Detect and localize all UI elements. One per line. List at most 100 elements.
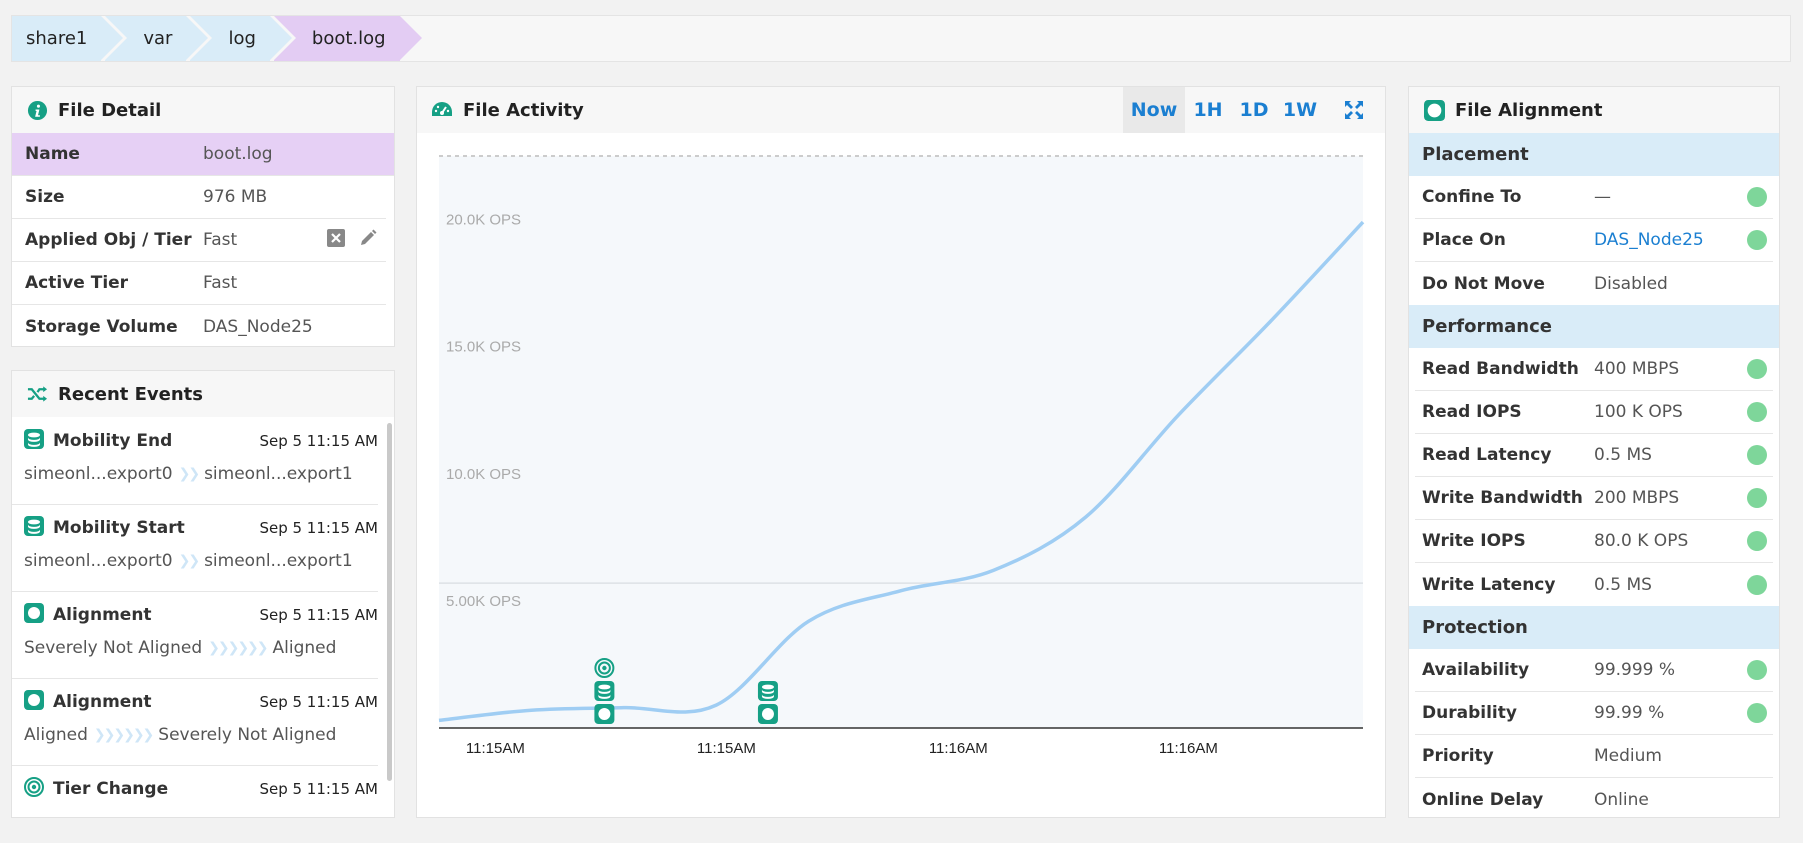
alignment-value: 100 K OPS [1594,402,1683,422]
section-header-protection: Protection [1409,606,1779,649]
file-activity-title: File Activity [463,99,584,121]
db-event-marker-icon[interactable] [757,681,778,701]
alignment-key: Write Bandwidth [1422,488,1583,508]
event-from: Aligned [24,725,88,745]
align-event-marker-icon[interactable] [757,704,778,724]
alignment-body: Placement Confine To — Place On DAS_Node25 Do… [1409,133,1779,817]
y-tick-label: 5.00K OPS [446,593,521,610]
y-tick-label: 20.0K OPS [446,212,521,229]
breadcrumb-item-share1[interactable]: share1 [12,16,124,61]
target-icon [24,776,44,802]
status-ok-indicator [1747,402,1767,422]
event-title: Mobility End [53,431,173,451]
expand-icon[interactable] [1323,87,1385,133]
events-scrollbar[interactable] [387,423,392,781]
place-on-link[interactable]: DAS_Node25 [1594,230,1747,250]
time-range-buttons: Now 1H 1D 1W [1123,87,1385,133]
event-title: Alignment [53,692,152,712]
time-button-now[interactable]: Now [1123,87,1185,133]
status-ok-indicator [1747,531,1767,551]
file-detail-panel: File Detail Name boot.log Size 976 MB Ap… [11,86,395,347]
recent-events-panel: Recent Events Mobility End Sep 5 11:15 AM… [11,370,395,818]
detail-value: DAS_Node25 [203,316,313,337]
chevrons-icon: ❯❯❯❯❯❯ [208,640,268,656]
file-alignment-title: File Alignment [1455,99,1603,121]
event-from: simeonl...export0 [24,551,173,571]
alignment-value: 200 MBPS [1594,488,1680,508]
status-ok-indicator [1747,660,1767,680]
event-item[interactable]: Alignment Sep 5 11:15 AM Aligned ❯❯❯❯❯❯ Seve… [12,679,378,766]
database-icon [24,428,44,454]
alignment-row: Availability 99.999 % [1415,649,1773,692]
event-title: Alignment [53,605,152,625]
event-to: simeonl...export1 [204,551,353,571]
alignment-key: Read Latency [1422,445,1552,465]
status-ok-indicator [1747,703,1767,723]
event-time: Sep 5 11:15 AM [259,780,378,798]
status-ok-indicator [1747,445,1767,465]
status-ok-indicator [1747,574,1767,595]
alignment-row: Online Delay Online [1415,778,1773,817]
target-event-marker-icon[interactable] [594,658,615,678]
detail-row-size: Size 976 MB [12,176,386,219]
info-icon [26,99,48,121]
alignment-icon [24,602,44,628]
alignment-key: Confine To [1422,187,1522,207]
detail-key: Size [25,187,65,207]
detail-value: 976 MB [203,187,268,207]
x-tick-label: 11:16AM [929,740,988,757]
alignment-row: Write Latency 0.5 MS [1415,563,1773,606]
breadcrumb-item-boot-log[interactable]: boot.log [273,16,422,61]
chevrons-icon: ❯❯ [178,553,201,569]
event-from: simeonl...export0 [24,464,173,484]
breadcrumb: share1 var log boot.log [11,15,1791,62]
x-tick-label: 11:15AM [697,740,756,757]
alignment-key: Online Delay [1422,789,1544,810]
recent-events-header: Recent Events [12,371,394,417]
db-event-marker-icon[interactable] [594,681,615,701]
alignment-row: Do Not Move Disabled [1415,262,1773,305]
alignment-key: Durability [1422,703,1517,723]
alignment-value: 400 MBPS [1594,359,1680,379]
section-header-placement: Placement [1409,133,1779,176]
breadcrumb-label: share1 [26,28,88,49]
alignment-row: Write Bandwidth 200 MBPS [1415,477,1773,520]
time-button-1d[interactable]: 1D [1231,87,1277,133]
align-event-marker-icon[interactable] [594,704,615,724]
event-time: Sep 5 11:15 AM [259,606,378,624]
status-ok-indicator [1747,230,1767,250]
alignment-value: 80.0 K OPS [1594,531,1689,551]
alignment-row: Priority Medium [1415,735,1773,778]
event-item[interactable]: Alignment Sep 5 11:15 AM Severely Not Alig… [12,592,378,679]
alignment-key: Write IOPS [1422,531,1526,551]
detail-key: Active Tier [25,273,129,293]
edit-pencil-icon[interactable] [358,228,378,253]
event-title: Tier Change [53,779,169,799]
status-ok-indicator [1747,359,1767,379]
alignment-value: 0.5 MS [1594,445,1652,465]
detail-value: Fast [203,273,238,293]
time-button-1w[interactable]: 1W [1277,87,1323,133]
file-activity-chart: 5.00K OPS 10.0K OPS 15.0K OPS 20.0K OPS 11:1… [438,155,1365,757]
event-time: Sep 5 11:15 AM [259,693,378,711]
clear-tier-icon[interactable] [326,228,346,253]
alignment-key: Write Latency [1422,574,1556,595]
shuffle-icon [26,383,48,405]
time-button-1h[interactable]: 1H [1185,87,1231,133]
alignment-row: Write IOPS 80.0 K OPS [1415,520,1773,563]
detail-row-applied-tier: Applied Obj / Tier Fast [12,219,386,262]
database-icon [24,515,44,541]
event-to: Aligned [272,638,337,658]
dashboard-gauge-icon [431,99,453,121]
event-title: Mobility Start [53,518,185,538]
detail-key: Name [25,144,80,164]
alignment-value: Online [1594,789,1649,810]
file-alignment-header: File Alignment [1409,87,1779,133]
event-item[interactable]: Mobility End Sep 5 11:15 AM simeonl...expo… [12,418,378,505]
alignment-row: Read Bandwidth 400 MBPS [1415,348,1773,391]
alignment-row: Place On DAS_Node25 [1415,219,1773,262]
event-item[interactable]: Tier Change Sep 5 11:15 AM [12,766,378,817]
event-item[interactable]: Mobility Start Sep 5 11:15 AM simeonl...ex… [12,505,378,592]
chevrons-icon: ❯❯ [178,466,201,482]
event-time: Sep 5 11:15 AM [259,432,378,450]
